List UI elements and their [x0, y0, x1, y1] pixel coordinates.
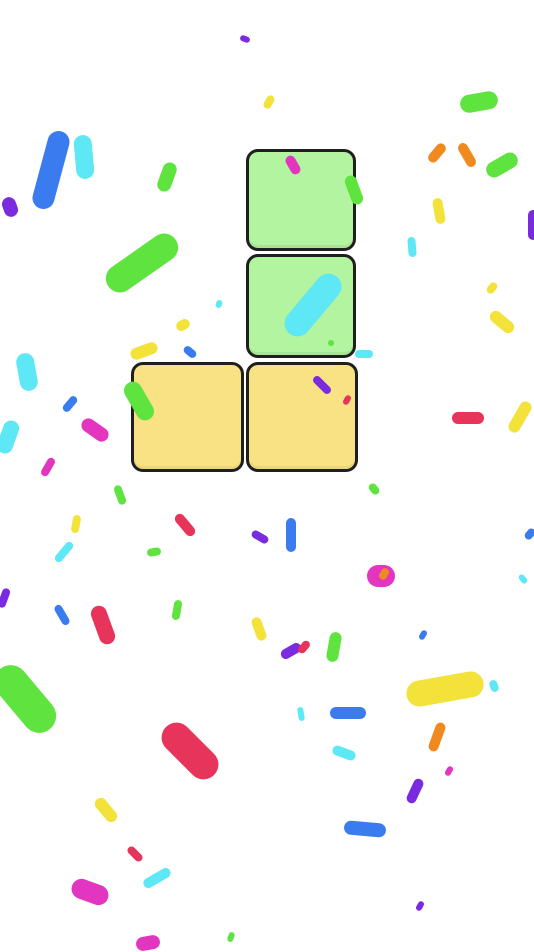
- block-tile-green-middle[interactable]: [246, 254, 356, 358]
- block-tile-yellow-left[interactable]: [131, 362, 244, 472]
- game-stage: [0, 0, 534, 950]
- block-tile-yellow-right[interactable]: [246, 362, 358, 472]
- block-tile-green-top[interactable]: [246, 149, 356, 251]
